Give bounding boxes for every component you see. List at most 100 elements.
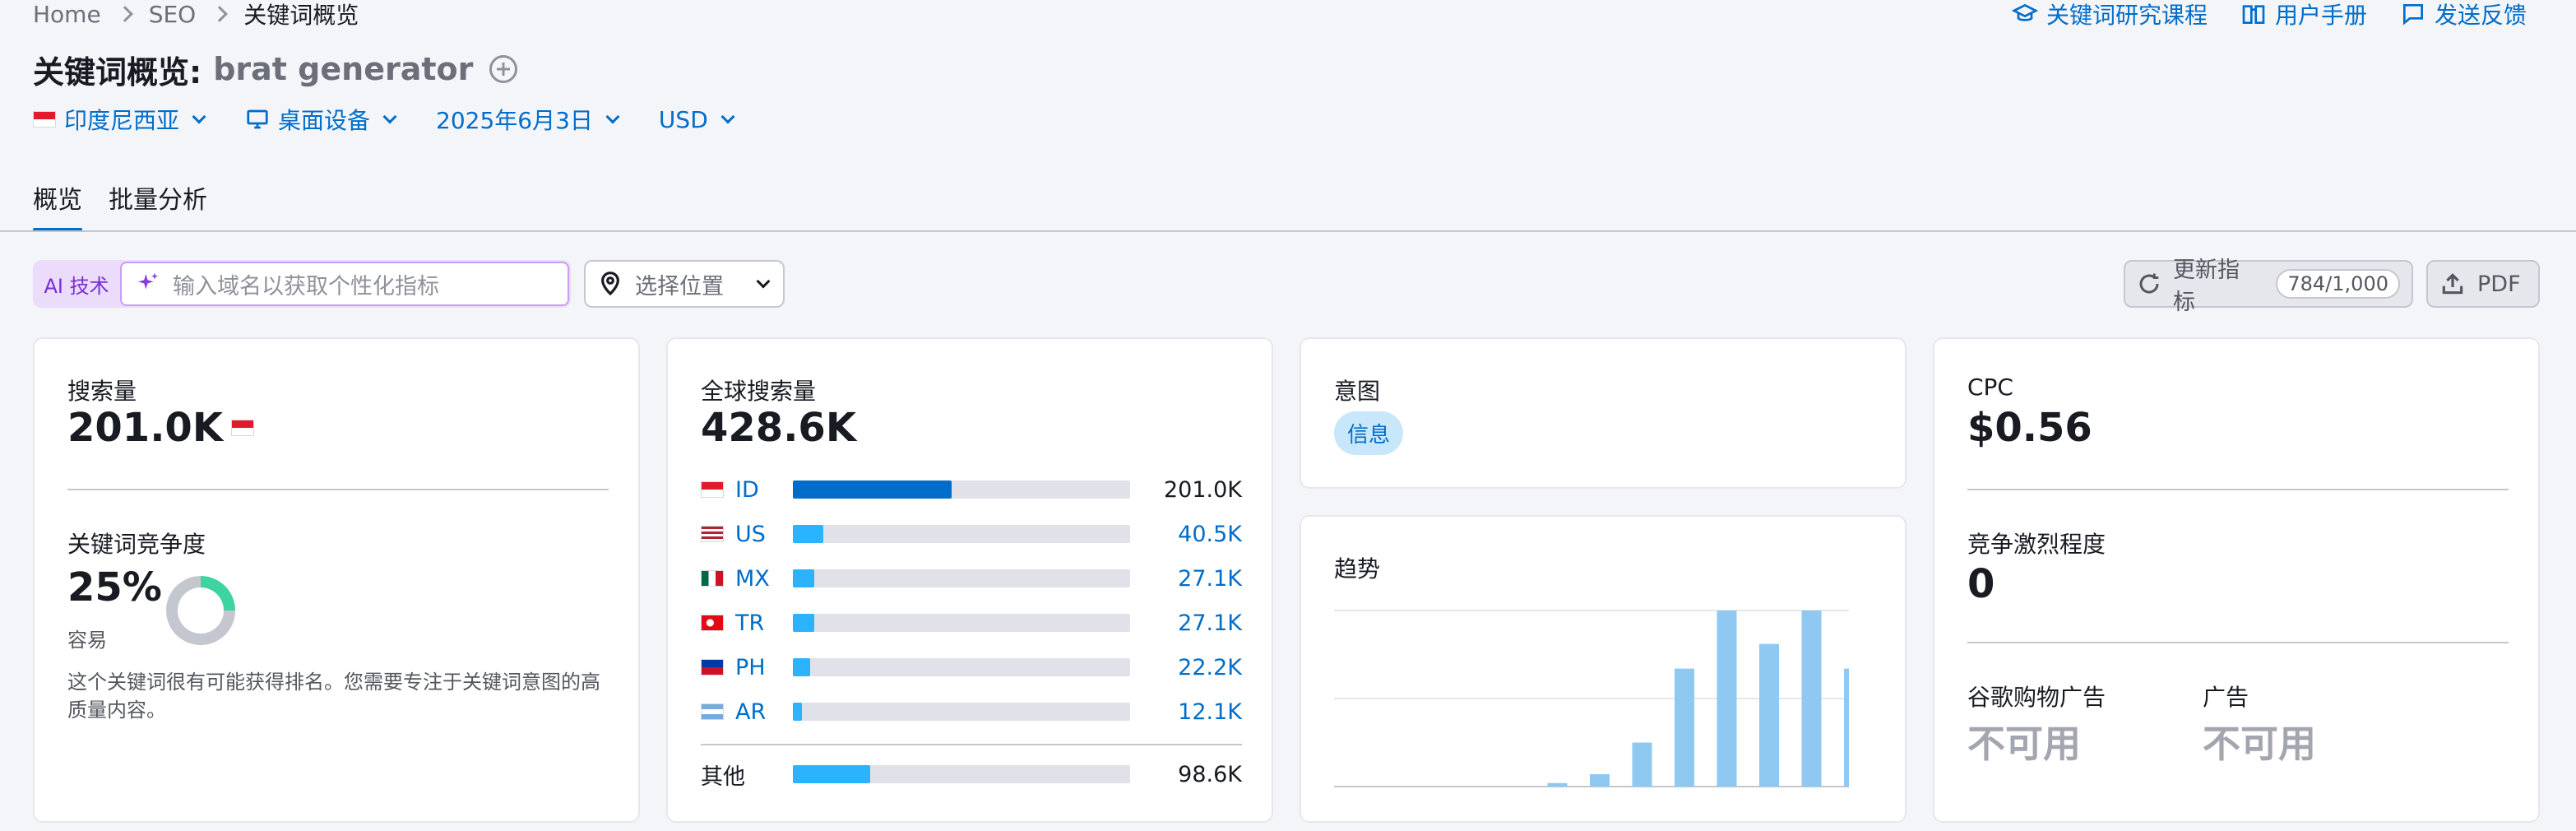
course-link[interactable]: 关键词研究课程 [2011,0,2208,30]
ai-badge: AI 技术 [44,274,109,298]
intent-card: 意图 信息 [1300,337,1907,489]
refresh-metrics-button[interactable]: 更新指标 784/1,000 [2124,258,2413,315]
graduation-cap-icon [2011,3,2038,21]
country-bar-fill [793,569,814,587]
breadcrumb-seo[interactable]: SEO [149,1,197,28]
indonesia-flag-icon [231,420,255,436]
difficulty-label: 关键词竞争度 [67,531,206,558]
course-link-label: 关键词研究课程 [2046,2,2208,29]
manual-link[interactable]: 用户手册 [2240,0,2367,30]
map-pin-icon [601,272,619,296]
refresh-icon [2139,273,2159,294]
country-row-us[interactable]: US 40.5K [701,521,1242,547]
chevron-down-icon [720,109,735,124]
volume-value-row: 201.0K [67,405,255,451]
feedback-link-label: 发送反馈 [2434,2,2527,29]
mx-flag-icon [701,570,724,587]
device-select-label: 桌面设备 [278,107,371,134]
country-code: MX [735,565,770,592]
country-select-label: 印度尼西亚 [64,107,180,134]
export-pdf-button[interactable]: PDF [2426,260,2540,308]
difficulty-value: 25% [67,564,162,610]
tab-bulk-analysis[interactable]: 批量分析 [109,173,207,232]
ar-flag-icon [701,703,724,720]
breadcrumb-home[interactable]: Home [33,1,101,28]
shopping-value: 不可用 [1967,722,2081,766]
trend-bar[interactable] [1801,610,1822,787]
feedback-link[interactable]: 发送反馈 [2400,0,2527,30]
chevron-down-icon [756,274,771,289]
tab-overview[interactable]: 概览 [33,173,82,232]
country-code: TR [735,610,765,636]
tabs-divider [0,230,2576,232]
country-row-id[interactable]: ID 201.0K [701,476,1242,503]
trend-bar[interactable] [1547,782,1568,787]
location-select-label: 选择位置 [635,273,724,299]
page-title-prefix: 关键词概览: [33,53,202,91]
refresh-counter: 784/1,000 [2276,269,2400,299]
add-circle-icon[interactable] [489,55,518,83]
domain-input[interactable]: 输入域名以获取个性化指标 [120,262,569,306]
country-value: 22.2K [1178,654,1242,680]
volume-value: 201.0K [67,405,224,451]
refresh-metrics-label: 更新指标 [2173,258,2240,315]
trend-bar[interactable] [1717,610,1737,787]
country-row-other: 其他 98.6K [701,761,1242,790]
currency-select-label: USD [658,105,708,133]
trend-bar[interactable] [1844,668,1849,787]
us-flag-icon [701,526,724,542]
other-bar-fill [793,765,871,783]
country-bar-fill [793,658,811,676]
ph-flag-icon [701,659,724,675]
trend-bar[interactable] [1590,774,1610,787]
intent-label: 意图 [1334,378,1381,405]
device-select[interactable]: 桌面设备 [245,103,398,136]
tab-overview-label: 概览 [33,186,82,215]
country-row-ar[interactable]: AR 12.1K [701,699,1242,725]
location-select[interactable]: 选择位置 [584,260,785,308]
country-bar-track [793,658,1130,676]
country-value: 12.1K [1178,699,1242,725]
other-value: 98.6K [1178,761,1242,787]
country-bar-fill [793,480,952,499]
shopping-label: 谷歌购物广告 [1967,684,2106,711]
breadcrumb: Home SEO 关键词概览 [33,0,359,30]
domain-input-placeholder: 输入域名以获取个性化指标 [173,273,439,299]
trend-bar[interactable] [1759,643,1779,787]
country-bar-track [793,480,1130,499]
country-bar-track [793,569,1130,587]
trend-bar[interactable] [1675,668,1694,787]
cpc-value: $0.56 [1967,405,2092,451]
country-code: AR [735,699,767,725]
ads-value: 不可用 [2203,722,2316,766]
breadcrumb-current: 关键词概览 [243,2,359,29]
difficulty-level: 容易 [67,629,107,652]
country-code: ID [735,476,759,503]
book-icon [2242,5,2265,24]
country-value: 40.5K [1178,521,1242,547]
country-bar-fill [793,703,803,721]
comment-icon [2402,4,2423,26]
country-bar-track [793,614,1130,632]
date-select-label: 2025年6月3日 [436,107,593,134]
page-title: 关键词概览: brat generator [33,46,518,92]
country-value: 27.1K [1178,610,1242,636]
country-select[interactable]: 印度尼西亚 [33,103,207,136]
other-label: 其他 [701,764,745,790]
trend-bar[interactable] [1632,742,1652,787]
manual-link-label: 用户手册 [2274,2,2367,29]
cpc-divider [1967,489,2509,490]
intent-tag[interactable]: 信息 [1334,411,1404,455]
date-select[interactable]: 2025年6月3日 [436,103,621,136]
global-volume-label: 全球搜索量 [701,378,817,405]
country-row-tr[interactable]: TR 27.1K [701,610,1242,636]
volume-divider [67,489,609,490]
country-row-ph[interactable]: PH 22.2K [701,655,1242,680]
tr-flag-icon [701,615,724,631]
difficulty-description: 这个关键词很有可能获得排名。您需要专注于关键词意图的高质量内容。 [67,671,600,722]
competition-value: 0 [1967,561,1995,607]
country-row-mx[interactable]: MX 27.1K [701,565,1242,592]
competition-divider [1967,642,2509,643]
page-title-keyword: brat generator [213,51,474,87]
currency-select[interactable]: USD [659,106,736,133]
